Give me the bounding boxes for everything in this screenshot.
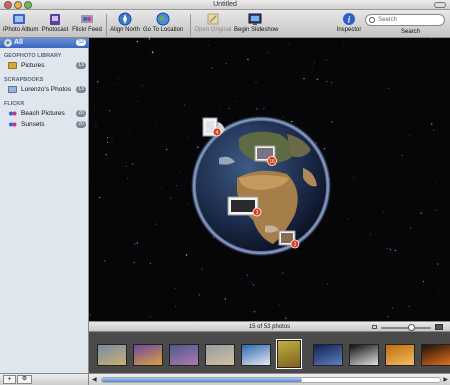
go-to-location-button[interactable]: Go To Location [143,12,183,33]
scrapbook-icon [8,86,17,93]
count-badge: 53 [76,39,86,46]
photo-thumbnail[interactable] [169,344,199,366]
zoom-slider-knob[interactable] [407,324,415,331]
photo-thumbnail[interactable] [349,344,379,366]
toolbar-separator [106,14,107,36]
count-badge: 13 [76,62,86,69]
zoom-out-icon[interactable] [372,325,377,329]
status-bar: 15 of 53 photos [89,321,450,332]
photo-thumbnail[interactable] [241,344,271,366]
search-input[interactable]: Search [365,14,445,26]
folder-icon [8,62,17,69]
title-bar: Untitled [0,0,450,10]
photocast-icon [50,14,60,25]
count-badge: 20 [76,110,86,117]
info-icon: i [343,13,355,25]
toolbar-separator [190,14,191,36]
sidebar-item-all[interactable]: All 53 [0,38,89,48]
marker-count: 4 [216,130,219,136]
marker-count: 3 [256,210,259,216]
photo-thumbnail[interactable] [313,344,343,366]
globe-icon [4,39,12,47]
sidebar-item-sunsets[interactable]: Sunsets 20 [0,120,89,130]
photo-thumbnail[interactable] [385,344,415,366]
sidebar-item-lorenzos-photos[interactable]: Lorenzo's Photos 13 [0,85,89,95]
search-label: Search [400,29,420,35]
sidebar-footer: + ⚙ [0,373,89,385]
photocast-button[interactable]: Photocast [40,12,70,33]
slideshow-icon [248,13,262,25]
action-menu-button[interactable]: ⚙ [17,375,32,384]
window-title: Untitled [213,1,237,8]
marker-count: 2 [294,242,297,248]
flickr-icon [9,122,17,127]
photo-filmstrip [89,332,450,373]
scroll-right-arrow[interactable]: ▶ [443,376,448,383]
flickr-icon [9,111,17,116]
scrollbar-thumb[interactable] [102,378,302,382]
open-original-button[interactable]: Open Original [193,12,233,33]
toolbar: iPhoto Album Photocast Flickr Feed Align… [0,10,450,38]
compass-icon [118,12,132,26]
count-badge: 13 [76,86,86,93]
zoom-in-icon[interactable] [435,324,443,330]
open-original-icon [207,13,219,25]
iphoto-album-button[interactable]: iPhoto Album [3,12,38,33]
globe-icon [156,12,170,26]
begin-slideshow-button[interactable]: Begin Slideshow [234,12,278,33]
add-button[interactable]: + [3,375,16,384]
flickr-feed-button[interactable]: Flickr Feed [72,12,102,33]
scroll-left-arrow[interactable]: ◀ [92,376,97,383]
filmstrip-scrollbar[interactable]: ◀ ▶ [89,373,450,385]
photo-thumbnail[interactable] [276,339,302,369]
flickr-feed-icon [81,15,93,23]
iphoto-album-icon [13,14,25,24]
inspector-button[interactable]: i Inspector [336,12,362,33]
sidebar-item-pictures[interactable]: Pictures 13 [0,61,89,71]
section-heading: GEOPHOTO LIBRARY [4,53,62,59]
sidebar-item-beach-pictures[interactable]: Beach Pictures 20 [0,109,89,119]
photo-thumbnail[interactable] [421,344,450,366]
marker-count: 16 [269,159,275,165]
search-icon [369,17,375,23]
scrollbar-track[interactable] [101,377,441,383]
toolbar-toggle-button[interactable] [434,2,446,8]
globe-map-view[interactable]: 4 16 3 2 [89,38,450,321]
align-north-button[interactable]: Align North [109,12,141,33]
section-heading: FLICKR [4,101,25,107]
count-badge: 20 [76,121,86,128]
photo-thumbnail[interactable] [133,344,163,366]
sidebar: All 53 GEOPHOTO LIBRARY Pictures 13 SCRA… [0,38,89,373]
globe-canvas: 4 16 3 2 [89,38,439,321]
zoom-slider[interactable] [381,324,431,331]
section-heading: SCRAPBOOKS [4,77,44,83]
photo-thumbnail[interactable] [205,344,235,366]
photo-thumbnail[interactable] [97,344,127,366]
map-marker[interactable]: 3 [227,196,262,217]
